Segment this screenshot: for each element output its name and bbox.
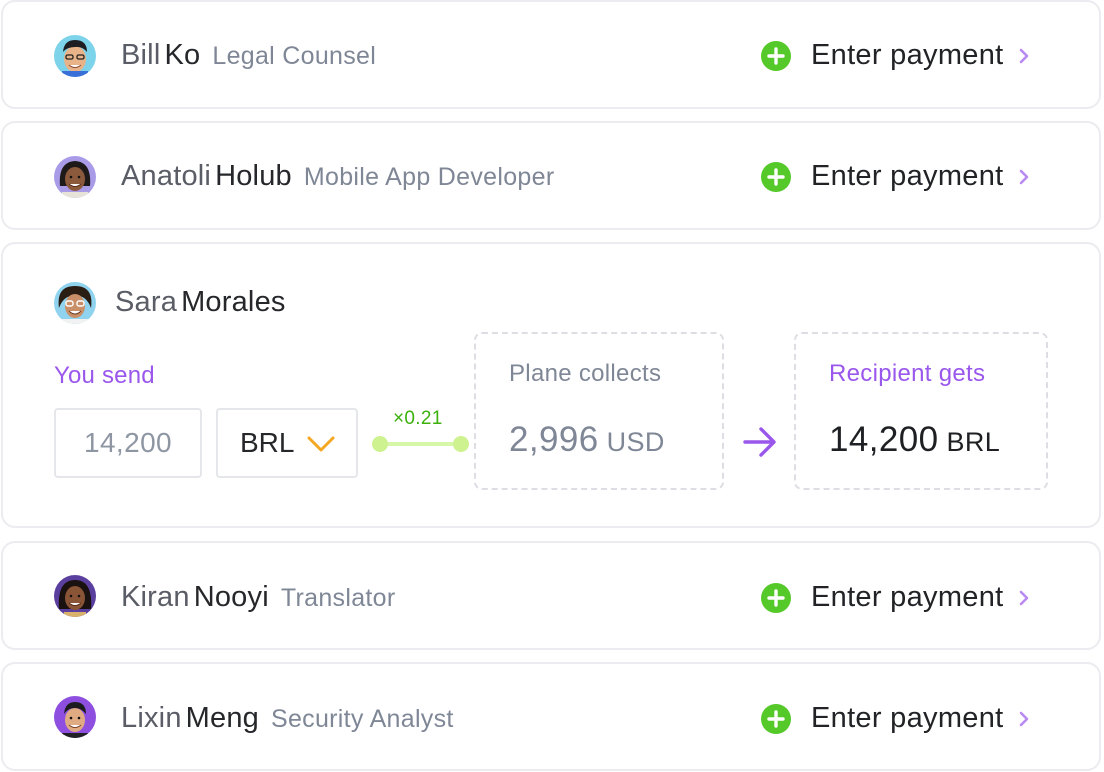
enter-payment-label: Enter payment (811, 702, 1004, 734)
enter-payment-button[interactable]: Enter payment (761, 702, 1030, 735)
recipient-amount: 14,200 BRL (829, 420, 1000, 460)
chevron-down-icon (307, 436, 335, 452)
recipient-gets-label: Recipient gets (829, 360, 986, 387)
payee-name: Lixin Meng Security Analyst (121, 702, 454, 735)
avatar (54, 282, 96, 324)
first-name: Sara (115, 286, 178, 318)
recipient-currency: BRL (946, 427, 1001, 457)
avatar (54, 156, 96, 198)
payee-card[interactable]: Kiran Nooyi Translator Enter payment (1, 541, 1101, 650)
payee-name: Sara Morales (115, 286, 286, 319)
avatar (54, 696, 96, 738)
plane-collects-label: Plane collects (509, 360, 662, 387)
first-name: Kiran (121, 581, 190, 613)
payee-name: Anatoli Holub Mobile App Developer (121, 160, 554, 193)
payee-name: Bill Ko Legal Counsel (121, 39, 376, 72)
chevron-right-icon (1019, 711, 1028, 726)
collect-amount-value: 2,996 (509, 420, 599, 459)
enter-payment-label: Enter payment (811, 39, 1004, 71)
plus-circle-icon (761, 582, 791, 613)
plus-circle-icon (761, 161, 791, 192)
first-name: Anatoli (121, 160, 212, 192)
currency-value: BRL (240, 427, 295, 458)
plus-circle-icon (761, 703, 791, 734)
avatar (54, 35, 96, 77)
last-name: Ko (164, 39, 201, 71)
last-name: Morales (181, 286, 286, 318)
plane-collects-box: Plane collects 2,996 USD (474, 332, 724, 490)
send-amount-input[interactable]: 14,200 (54, 408, 202, 478)
payee-role: Mobile App Developer (303, 163, 555, 191)
currency-select[interactable]: BRL (216, 408, 358, 478)
collect-amount: 2,996 USD (509, 420, 665, 460)
enter-payment-label: Enter payment (811, 581, 1004, 613)
payee-name: Kiran Nooyi Translator (121, 581, 395, 614)
first-name: Lixin (121, 702, 182, 734)
chevron-right-icon (1019, 169, 1028, 184)
enter-payment-button[interactable]: Enter payment (761, 39, 1030, 72)
enter-payment-button[interactable]: Enter payment (761, 581, 1030, 614)
last-name: Meng (185, 702, 259, 734)
payee-card[interactable]: Anatoli Holub Mobile App Developer Enter p… (1, 121, 1101, 230)
last-name: Holub (215, 160, 292, 192)
rate-connector (372, 436, 469, 452)
recipient-amount-value: 14,200 (829, 420, 939, 459)
payee-card-expanded[interactable]: Sara Morales You send 14,200 BRL ×0.21 Pl… (1, 242, 1101, 528)
chevron-right-icon (1019, 590, 1028, 605)
last-name: Nooyi (193, 581, 269, 613)
payee-role: Security Analyst (271, 705, 454, 733)
enter-payment-label: Enter payment (811, 160, 1004, 192)
payee-card[interactable]: Lixin Meng Security Analyst Enter payment (1, 662, 1101, 771)
you-send-label: You send (54, 362, 155, 389)
chevron-right-icon (1019, 48, 1028, 63)
payee-role: Legal Counsel (212, 42, 377, 70)
recipient-gets-box: Recipient gets 14,200 BRL (794, 332, 1048, 490)
avatar (54, 575, 96, 617)
collect-currency: USD (606, 427, 665, 457)
enter-payment-button[interactable]: Enter payment (761, 160, 1030, 193)
arrow-right-icon (743, 427, 776, 457)
payee-card[interactable]: Bill Ko Legal Counsel Enter payment (1, 0, 1101, 109)
payee-role: Translator (280, 584, 396, 612)
exchange-rate: ×0.21 (393, 408, 443, 429)
plus-circle-icon (761, 40, 791, 71)
first-name: Bill (121, 39, 161, 71)
